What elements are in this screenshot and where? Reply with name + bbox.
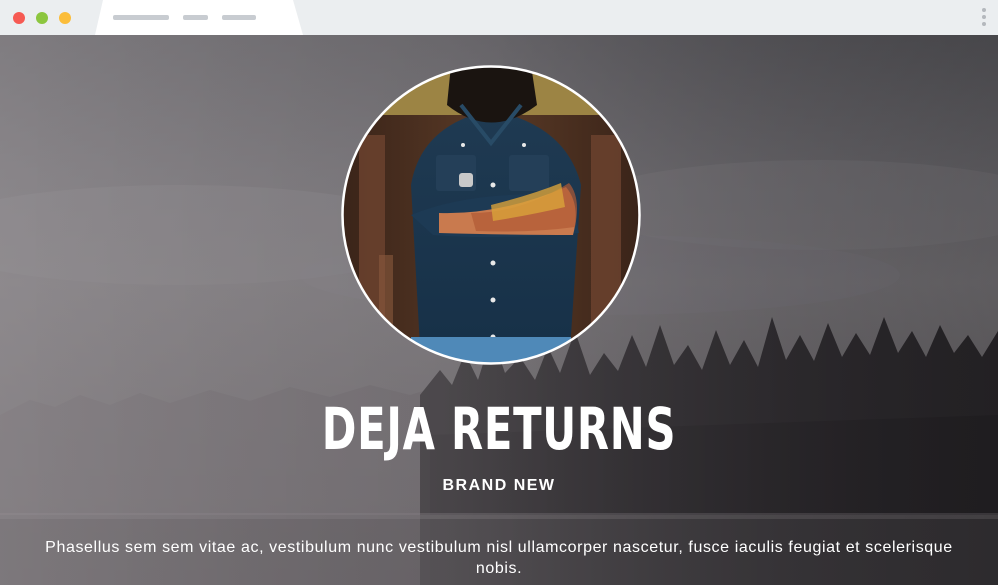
tab-placeholder-line (222, 15, 256, 20)
browser-chrome (0, 0, 998, 35)
hero-section: DEJA RETURNS BRAND NEW Phasellus sem sem… (0, 35, 998, 585)
hero-description: Phasellus sem sem vitae ac, vestibulum n… (45, 539, 953, 577)
browser-menu-icon[interactable] (978, 8, 990, 28)
tab-placeholder-line (113, 15, 169, 20)
tab-placeholder-line (183, 15, 208, 20)
avatar (341, 65, 641, 365)
hero-title: DEJA RETURNS (321, 395, 677, 463)
browser-tab[interactable] (95, 0, 303, 35)
minimize-window-dot[interactable] (36, 12, 48, 24)
hero-subtitle: BRAND NEW (442, 477, 556, 494)
maximize-window-dot[interactable] (59, 12, 71, 24)
close-window-dot[interactable] (13, 12, 25, 24)
